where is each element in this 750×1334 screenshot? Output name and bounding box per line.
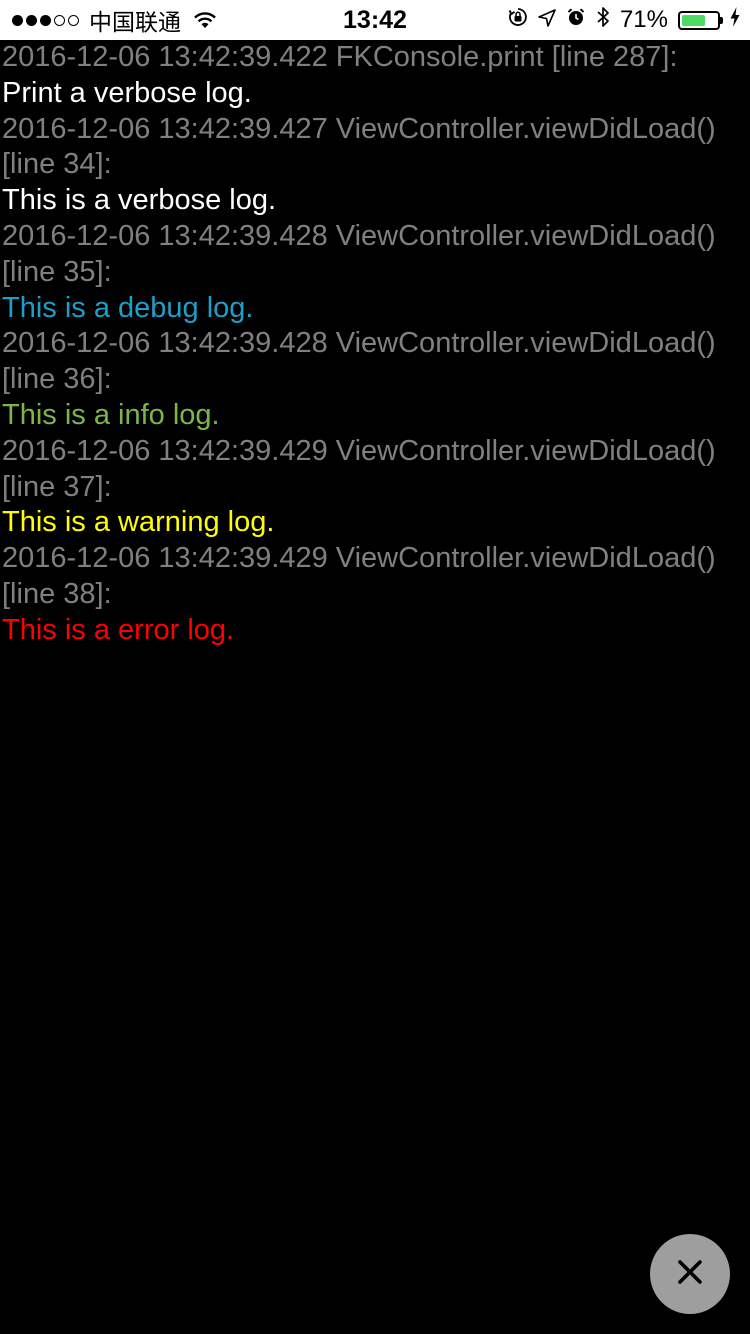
bluetooth-icon xyxy=(596,6,610,35)
log-message-info: This is a info log. xyxy=(2,398,220,431)
log-entry: 2016-12-06 13:42:39.429 ViewController.v… xyxy=(2,541,748,648)
log-header: 2016-12-06 13:42:39.427 ViewController.v… xyxy=(2,112,716,181)
log-entry: 2016-12-06 13:42:39.428 ViewController.v… xyxy=(2,326,748,433)
log-header: 2016-12-06 13:42:39.429 ViewController.v… xyxy=(2,434,716,503)
console-log-list: 2016-12-06 13:42:39.422 FKConsole.print … xyxy=(0,40,750,649)
log-message-verbose: Print a verbose log. xyxy=(2,76,252,109)
charging-bolt-icon xyxy=(730,6,740,34)
log-header: 2016-12-06 13:42:39.428 ViewController.v… xyxy=(2,327,716,396)
log-entry: 2016-12-06 13:42:39.429 ViewController.v… xyxy=(2,434,748,541)
battery-percent: 71% xyxy=(619,6,668,33)
status-bar-right: 71% xyxy=(508,0,740,40)
log-message-warning: This is a warning log. xyxy=(2,506,275,539)
log-header: 2016-12-06 13:42:39.428 ViewController.v… xyxy=(2,219,716,288)
battery-icon xyxy=(678,10,723,30)
log-message-error: This is a error log. xyxy=(2,613,235,646)
battery-level-fill xyxy=(682,14,705,26)
log-entry: 2016-12-06 13:42:39.427 ViewController.v… xyxy=(2,112,748,219)
orientation-lock-icon xyxy=(508,6,528,34)
log-message-verbose: This is a verbose log. xyxy=(2,184,277,217)
log-header: 2016-12-06 13:42:39.429 ViewController.v… xyxy=(2,542,716,610)
location-arrow-icon xyxy=(538,6,556,34)
log-entry: 2016-12-06 13:42:39.428 ViewController.v… xyxy=(2,219,748,326)
close-icon xyxy=(677,1259,703,1290)
alarm-icon xyxy=(566,6,586,34)
status-bar: 中国联通 13:42 71% xyxy=(0,0,750,40)
log-message-debug: This is a debug log. xyxy=(2,291,254,324)
close-button[interactable] xyxy=(650,1234,730,1314)
log-header: 2016-12-06 13:42:39.422 FKConsole.print … xyxy=(2,41,678,73)
log-entry: 2016-12-06 13:42:39.422 FKConsole.print … xyxy=(2,40,748,112)
